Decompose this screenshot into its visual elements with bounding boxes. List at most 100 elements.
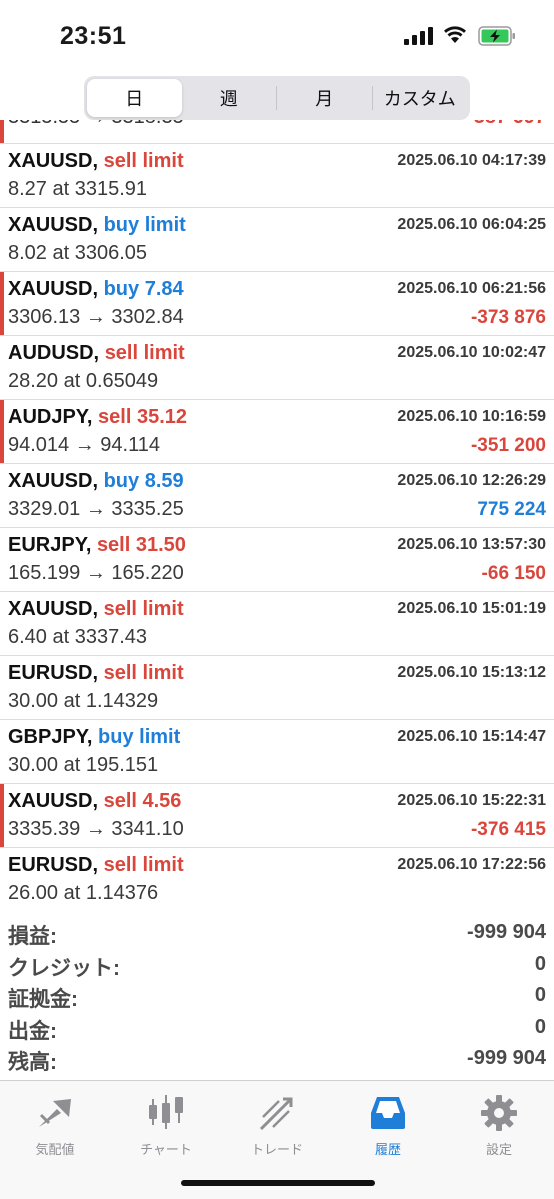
list-item[interactable]: EURJPY, sell 31.50 2025.06.10 13:57:30 1…: [0, 528, 554, 592]
order-action: sell limit: [103, 150, 184, 172]
tab-trade[interactable]: トレード: [222, 1089, 332, 1159]
list-item[interactable]: XAUUSD, buy 8.59 2025.06.10 12:26:29 332…: [0, 464, 554, 528]
summary-label: 損益:: [8, 925, 57, 948]
order-detail: 3335.39 → 3341.10: [8, 818, 184, 840]
order-detail: 6.40 at 3337.43: [8, 626, 148, 648]
order-time: 2025.06.10 13:57:30: [397, 536, 546, 553]
order-detail: 30.00 at 195.151: [8, 754, 159, 776]
order-detail: 3306.13 → 3302.84: [8, 306, 184, 328]
order-time: 2025.06.10 06:04:25: [397, 216, 546, 233]
summary-label: クレジット:: [8, 956, 120, 980]
period-tab-week[interactable]: 週: [182, 79, 277, 117]
order-symbol: XAUUSD,: [8, 150, 99, 172]
order-action: sell 31.50: [96, 534, 186, 556]
list-item-partial[interactable]: 3315.55 → 3318.35 -387 697: [0, 120, 554, 144]
home-indicator: [181, 1180, 375, 1186]
order-profit: -351 200: [470, 435, 546, 456]
order-symbol: EURJPY,: [8, 534, 92, 556]
tab-settings[interactable]: 設定: [444, 1089, 554, 1159]
order-detail: 30.00 at 1.14329: [8, 690, 159, 712]
history-icon: [371, 1097, 405, 1129]
period-tab-month[interactable]: 月: [277, 79, 372, 117]
order-title: XAUUSD, buy 7.84: [8, 278, 184, 301]
cellular-signal-icon: [404, 27, 433, 45]
order-title: EURJPY, sell 31.50: [8, 534, 186, 557]
list-item[interactable]: GBPJPY, buy limit 2025.06.10 15:14:47 30…: [0, 720, 554, 784]
summary-value: 0: [534, 984, 546, 1006]
summary-credit-row: クレジット: 0: [0, 950, 554, 982]
loss-marker: [0, 272, 4, 335]
order-symbol: EURUSD,: [8, 854, 99, 876]
order-time: 2025.06.10 04:17:39: [397, 152, 546, 169]
status-time: 23:51: [60, 22, 127, 50]
order-profit: -376 415: [470, 819, 546, 840]
history-list[interactable]: 3315.55 → 3318.35 -387 697 XAUUSD, sell …: [0, 120, 554, 910]
order-action: sell limit: [103, 854, 184, 876]
summary-balance-row: 残高: -999 904: [0, 1044, 554, 1076]
period-segmented-control: 日 週 月 カスタム: [84, 76, 470, 120]
summary-label: 出金:: [8, 1019, 57, 1043]
order-action: buy limit: [103, 214, 186, 236]
order-action: buy 8.59: [103, 470, 184, 492]
order-time: 2025.06.10 06:21:56: [397, 280, 546, 297]
order-symbol: XAUUSD,: [8, 470, 99, 492]
order-symbol: XAUUSD,: [8, 214, 99, 236]
loss-marker: [0, 400, 4, 463]
order-time: 2025.06.10 15:01:19: [397, 600, 546, 617]
tab-label: チャート: [140, 1142, 192, 1157]
order-symbol: XAUUSD,: [8, 278, 99, 300]
order-time: 2025.06.10 17:22:56: [397, 856, 546, 873]
order-title: EURUSD, sell limit: [8, 662, 184, 685]
account-summary: 損益: -999 904 クレジット: 0 証拠金: 0 出金: 0 残高: -…: [0, 918, 554, 1076]
order-profit: -387 697: [467, 120, 546, 129]
order-detail: 8.02 at 3306.05: [8, 242, 148, 264]
battery-charging-icon: [478, 26, 515, 46]
tab-history[interactable]: 履歴: [333, 1089, 443, 1159]
list-item[interactable]: XAUUSD, sell limit 2025.06.10 04:17:39 8…: [0, 144, 554, 208]
order-profit: -373 876: [470, 307, 546, 328]
order-title: AUDJPY, sell 35.12: [8, 406, 187, 429]
tab-quotes[interactable]: 気配値: [0, 1089, 110, 1159]
tab-chart[interactable]: チャート: [111, 1089, 221, 1159]
summary-value: 0: [534, 952, 546, 975]
summary-value: 0: [534, 1015, 546, 1038]
list-item[interactable]: XAUUSD, buy 7.84 2025.06.10 06:21:56 330…: [0, 272, 554, 336]
list-item[interactable]: XAUUSD, sell limit 2025.06.10 15:01:19 6…: [0, 592, 554, 656]
summary-value: -999 904: [467, 921, 546, 943]
order-title: XAUUSD, buy 8.59: [8, 470, 184, 493]
order-action: sell limit: [104, 342, 185, 364]
tab-label: 気配値: [35, 1142, 75, 1157]
list-item[interactable]: XAUUSD, sell 4.56 2025.06.10 15:22:31 33…: [0, 784, 554, 848]
trade-icon: [259, 1097, 293, 1131]
order-time: 2025.06.10 10:16:59: [397, 408, 546, 425]
order-symbol: AUDUSD,: [8, 342, 100, 364]
list-item[interactable]: EURUSD, sell limit 2025.06.10 15:13:12 3…: [0, 656, 554, 720]
order-time: 2025.06.10 10:02:47: [397, 344, 546, 361]
tab-label: トレード: [250, 1142, 303, 1157]
list-item[interactable]: AUDJPY, sell 35.12 2025.06.10 10:16:59 9…: [0, 400, 554, 464]
order-title: XAUUSD, sell limit: [8, 150, 184, 173]
order-title: XAUUSD, buy limit: [8, 214, 186, 237]
summary-deposit-row: 証拠金: 0: [0, 981, 554, 1013]
order-action: sell limit: [103, 598, 184, 620]
order-detail: 165.199 → 165.220: [8, 562, 184, 584]
order-time: 2025.06.10 12:26:29: [397, 472, 546, 489]
order-detail: 28.20 at 0.65049: [8, 370, 159, 392]
order-symbol: XAUUSD,: [8, 790, 99, 812]
order-detail: 8.27 at 3315.91: [8, 178, 148, 200]
chart-icon: [149, 1095, 183, 1129]
settings-icon: [481, 1095, 517, 1131]
period-tab-custom[interactable]: カスタム: [373, 79, 468, 117]
order-symbol: AUDJPY,: [8, 406, 93, 428]
list-item[interactable]: XAUUSD, buy limit 2025.06.10 06:04:25 8.…: [0, 208, 554, 272]
order-title: AUDUSD, sell limit: [8, 342, 185, 365]
list-item[interactable]: AUDUSD, sell limit 2025.06.10 10:02:47 2…: [0, 336, 554, 400]
period-tab-day[interactable]: 日: [87, 79, 182, 117]
list-item[interactable]: EURUSD, sell limit 2025.06.10 17:22:56 2…: [0, 848, 554, 910]
order-detail: 3329.01 → 3335.25: [8, 498, 184, 520]
summary-label: 残高:: [8, 1051, 57, 1074]
order-symbol: GBPJPY,: [8, 726, 93, 748]
order-title: XAUUSD, sell 4.56: [8, 790, 181, 813]
order-time: 2025.06.10 15:13:12: [397, 664, 546, 681]
order-title: XAUUSD, sell limit: [8, 598, 184, 621]
